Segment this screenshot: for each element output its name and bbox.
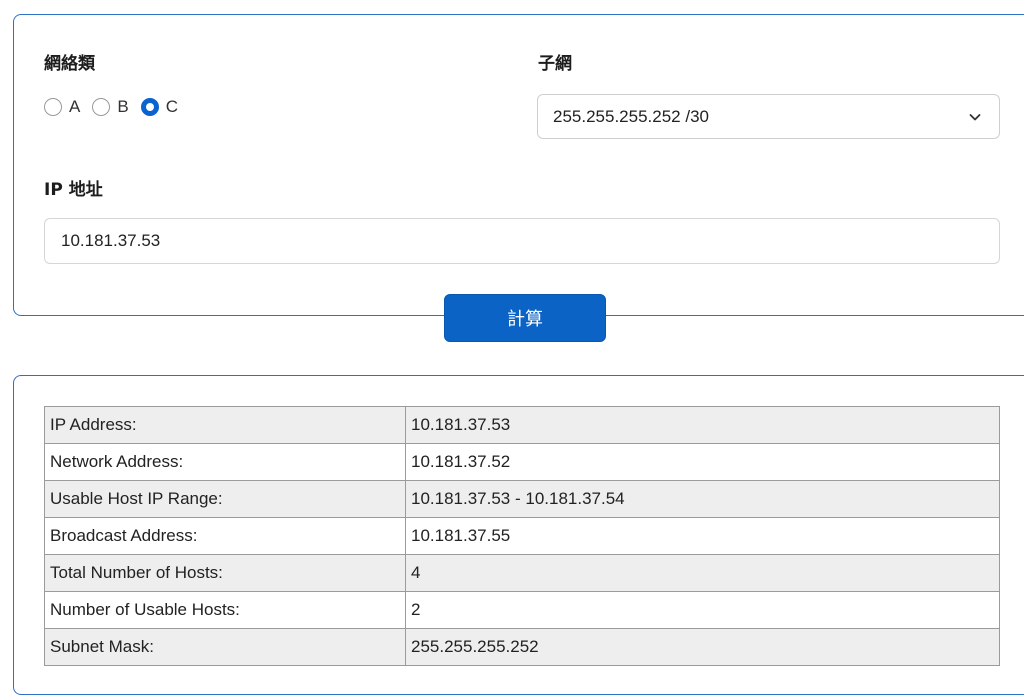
row-value: 10.181.37.55	[405, 517, 1000, 555]
row-value: 255.255.255.252	[405, 628, 1000, 666]
row-key: Network Address:	[44, 443, 406, 481]
radio-class-c[interactable]: C	[140, 97, 178, 117]
table-row: Total Number of Hosts: 4	[44, 554, 1000, 592]
row-value: 10.181.37.53 - 10.181.37.54	[405, 480, 1000, 518]
radio-class-a[interactable]: A	[44, 97, 80, 117]
row-key: Usable Host IP Range:	[44, 480, 406, 518]
table-row: Network Address: 10.181.37.52	[44, 443, 1000, 481]
row-value: 10.181.37.52	[405, 443, 1000, 481]
table-row: Number of Usable Hosts: 2	[44, 591, 1000, 629]
row-key: Subnet Mask:	[44, 628, 406, 666]
table-row: Broadcast Address: 10.181.37.55	[44, 517, 1000, 555]
calculate-button[interactable]: 計算	[444, 294, 606, 342]
table-row: Usable Host IP Range: 10.181.37.53 - 10.…	[44, 480, 1000, 518]
network-class-radio-group: A B C	[44, 97, 190, 117]
radio-class-b-circle[interactable]	[92, 98, 111, 116]
radio-class-b-label[interactable]: B	[117, 97, 128, 117]
ip-address-label: IP 地址	[44, 180, 103, 200]
row-key: Total Number of Hosts:	[44, 554, 406, 592]
subnet-label: 子網	[538, 54, 572, 74]
row-value: 10.181.37.53	[405, 406, 1000, 444]
network-class-label: 網絡類	[44, 54, 95, 74]
table-row: Subnet Mask: 255.255.255.252	[44, 628, 1000, 666]
chevron-down-icon[interactable]	[967, 109, 983, 125]
row-key: Number of Usable Hosts:	[44, 591, 406, 629]
radio-class-b[interactable]: B	[92, 97, 129, 117]
row-key: Broadcast Address:	[44, 517, 406, 555]
subnet-select-value[interactable]: 255.255.255.252 /30	[553, 107, 967, 127]
radio-class-c-label[interactable]: C	[166, 97, 178, 117]
radio-class-a-label[interactable]: A	[69, 97, 80, 117]
subnet-select[interactable]: 255.255.255.252 /30	[537, 94, 1000, 139]
ip-address-input[interactable]	[44, 218, 1000, 264]
radio-class-a-circle[interactable]	[44, 98, 62, 116]
input-panel	[13, 14, 1024, 316]
row-value: 2	[405, 591, 1000, 629]
row-value: 4	[405, 554, 1000, 592]
result-table: IP Address: 10.181.37.53 Network Address…	[44, 406, 1000, 666]
row-key: IP Address:	[44, 406, 406, 444]
table-row: IP Address: 10.181.37.53	[44, 406, 1000, 444]
radio-class-c-circle[interactable]	[140, 98, 159, 116]
